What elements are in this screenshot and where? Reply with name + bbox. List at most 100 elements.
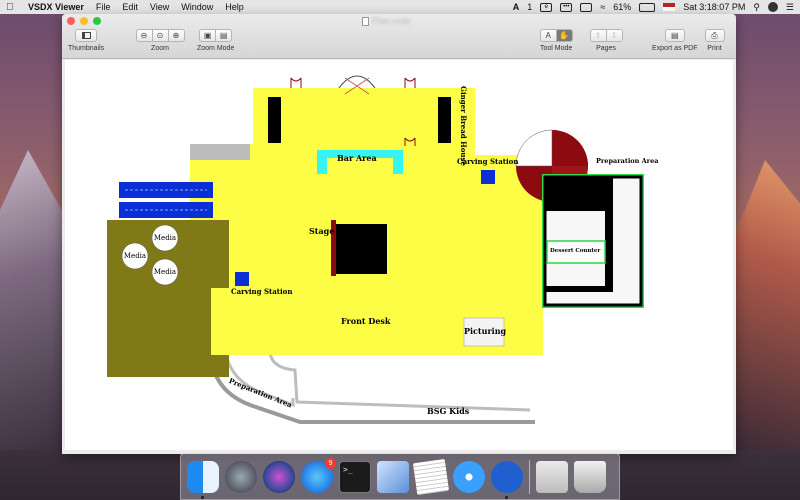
- menu-file[interactable]: File: [96, 2, 111, 12]
- downloads-icon[interactable]: [536, 460, 568, 493]
- printer-icon: ⎙: [711, 30, 718, 40]
- desktop-wallpaper-left: [0, 150, 70, 450]
- menu-app-name[interactable]: VSDX Viewer: [28, 2, 84, 12]
- text-tool-icon: A: [545, 31, 551, 40]
- text-select-button[interactable]: A: [539, 29, 557, 42]
- main-floor: [190, 88, 543, 355]
- fit-width-button[interactable]: ▤: [215, 29, 233, 42]
- vsdx-viewer-window: Plan.vsdx Thumbnails ⊖ ⊙ ⊕ Zoom ▣ ▤ Zoom…: [62, 14, 736, 454]
- door-top-right: [404, 77, 416, 88]
- zoom-mode-label: Zoom Mode: [197, 45, 235, 52]
- label-dessert-counter: Dessert Counter: [550, 248, 601, 254]
- label-carving-station-left: Carving Station: [231, 287, 293, 296]
- siri-icon[interactable]: [263, 460, 295, 493]
- dock: 9 >_: [180, 453, 620, 500]
- finder-icon[interactable]: [187, 460, 219, 499]
- lastpass-icon[interactable]: •••: [560, 2, 573, 12]
- launchpad-icon[interactable]: [225, 460, 257, 493]
- export-pdf-button[interactable]: ▤: [664, 29, 685, 42]
- pdf-icon: ▤: [670, 31, 679, 40]
- zoom-actual-button[interactable]: ⊙: [151, 29, 169, 42]
- display-icon[interactable]: [580, 2, 593, 12]
- menu-view[interactable]: View: [150, 2, 169, 12]
- pages-tool: ⇧ ⇩ Pages: [589, 29, 623, 52]
- fit-page-button[interactable]: ▣: [199, 29, 217, 42]
- zoom-out-button[interactable]: ⊖: [135, 29, 153, 42]
- thumbnails-label: Thumbnails: [68, 45, 105, 52]
- label-media-3: Media: [153, 268, 177, 276]
- clock[interactable]: Sat 3:18:07 PM: [683, 2, 745, 12]
- user-avatar[interactable]: [767, 2, 778, 12]
- menu-bar:  VSDX Viewer File Edit View Window Help…: [0, 0, 800, 14]
- menu-window[interactable]: Window: [181, 2, 213, 12]
- menu-help[interactable]: Help: [225, 2, 244, 12]
- thumbnails-tool: Thumbnails: [68, 29, 104, 52]
- label-ginger-bread-house: Ginger Bread House: [459, 86, 468, 166]
- flag-icon[interactable]: [663, 3, 676, 11]
- maximize-button[interactable]: [93, 17, 101, 25]
- menu-edit[interactable]: Edit: [122, 2, 138, 12]
- close-button[interactable]: [67, 17, 75, 25]
- hand-tool-button[interactable]: ✋: [555, 29, 573, 42]
- zoom-tool: ⊖ ⊙ ⊕ Zoom: [135, 29, 185, 52]
- fit-width-icon: ▤: [219, 31, 228, 40]
- door-top-left: [290, 77, 302, 88]
- notification-count[interactable]: 1: [527, 2, 532, 12]
- next-page-button[interactable]: ⇩: [605, 29, 623, 42]
- dessert-black-side: [605, 177, 613, 287]
- pages-label: Pages: [596, 45, 616, 52]
- tool-mode-tool: A ✋ Tool Mode: [539, 29, 573, 52]
- carving-station-left-box: [235, 272, 249, 286]
- zoom-in-icon: ⊕: [172, 31, 180, 40]
- print-tool: ⎙ Print: [704, 29, 725, 52]
- window-toolbar: Plan.vsdx Thumbnails ⊖ ⊙ ⊕ Zoom ▣ ▤ Zoom…: [62, 14, 736, 59]
- dessert-black-top: [545, 177, 605, 211]
- document-title: Plan.vsdx: [362, 16, 411, 26]
- export-pdf-tool: ▤ Export as PDF: [652, 29, 698, 52]
- battery-icon[interactable]: [639, 2, 656, 12]
- arrow-down-icon: ⇩: [610, 31, 618, 40]
- desktop-wallpaper-right: [730, 160, 800, 450]
- dessert-black-bottom: [545, 286, 613, 292]
- preview-icon[interactable]: [377, 460, 409, 493]
- fit-page-icon: ▣: [203, 31, 212, 40]
- sidebar-icon: [81, 32, 91, 39]
- notification-center-icon[interactable]: ☰: [786, 2, 794, 13]
- previous-page-button[interactable]: ⇧: [589, 29, 607, 42]
- document-canvas[interactable]: Ginger Bread House Bar Area Carving Stat…: [65, 60, 733, 450]
- evernote-icon[interactable]: e: [540, 2, 553, 12]
- safari-icon[interactable]: [453, 460, 485, 493]
- battery-percent[interactable]: 61%: [613, 2, 631, 12]
- walkway-outer: [209, 349, 535, 424]
- zoom-mode-tool: ▣ ▤ Zoom Mode: [197, 29, 234, 52]
- tool-mode-label: Tool Mode: [540, 45, 573, 52]
- print-label: Print: [707, 45, 722, 52]
- thumbnails-button[interactable]: [75, 29, 98, 42]
- pillar-right: [438, 97, 451, 143]
- zoom-label: Zoom: [151, 45, 169, 52]
- wifi-icon[interactable]: ≈: [600, 2, 605, 12]
- adobe-icon[interactable]: A: [513, 2, 520, 12]
- walkway-kids: [268, 349, 531, 412]
- trash-icon[interactable]: [574, 460, 606, 493]
- label-stage: Stage: [309, 226, 335, 236]
- vsdx-viewer-icon[interactable]: [491, 460, 523, 499]
- prep-round-right: [552, 130, 588, 166]
- search-icon[interactable]: ⚲: [753, 2, 760, 13]
- apple-icon[interactable]: : [6, 2, 18, 13]
- arrow-up-icon: ⇧: [594, 31, 602, 40]
- print-button[interactable]: ⎙: [704, 29, 725, 42]
- minimize-button[interactable]: [80, 17, 88, 25]
- terminal-icon[interactable]: >_: [339, 460, 371, 493]
- zoom-out-icon: ⊖: [140, 31, 148, 40]
- label-bsg-kids: BSG Kids: [427, 406, 470, 416]
- label-picturing: Picturing: [464, 326, 507, 336]
- app-store-icon[interactable]: 9: [301, 457, 336, 493]
- textedit-icon[interactable]: [412, 458, 450, 495]
- label-preparation-area-top: Preparation Area: [596, 157, 659, 165]
- label-bar-area: Bar Area: [337, 153, 377, 163]
- document-icon: [362, 16, 369, 26]
- zoom-in-button[interactable]: ⊕: [167, 29, 185, 42]
- label-media-2: Media: [123, 252, 147, 260]
- prep-round-white: [515, 129, 553, 167]
